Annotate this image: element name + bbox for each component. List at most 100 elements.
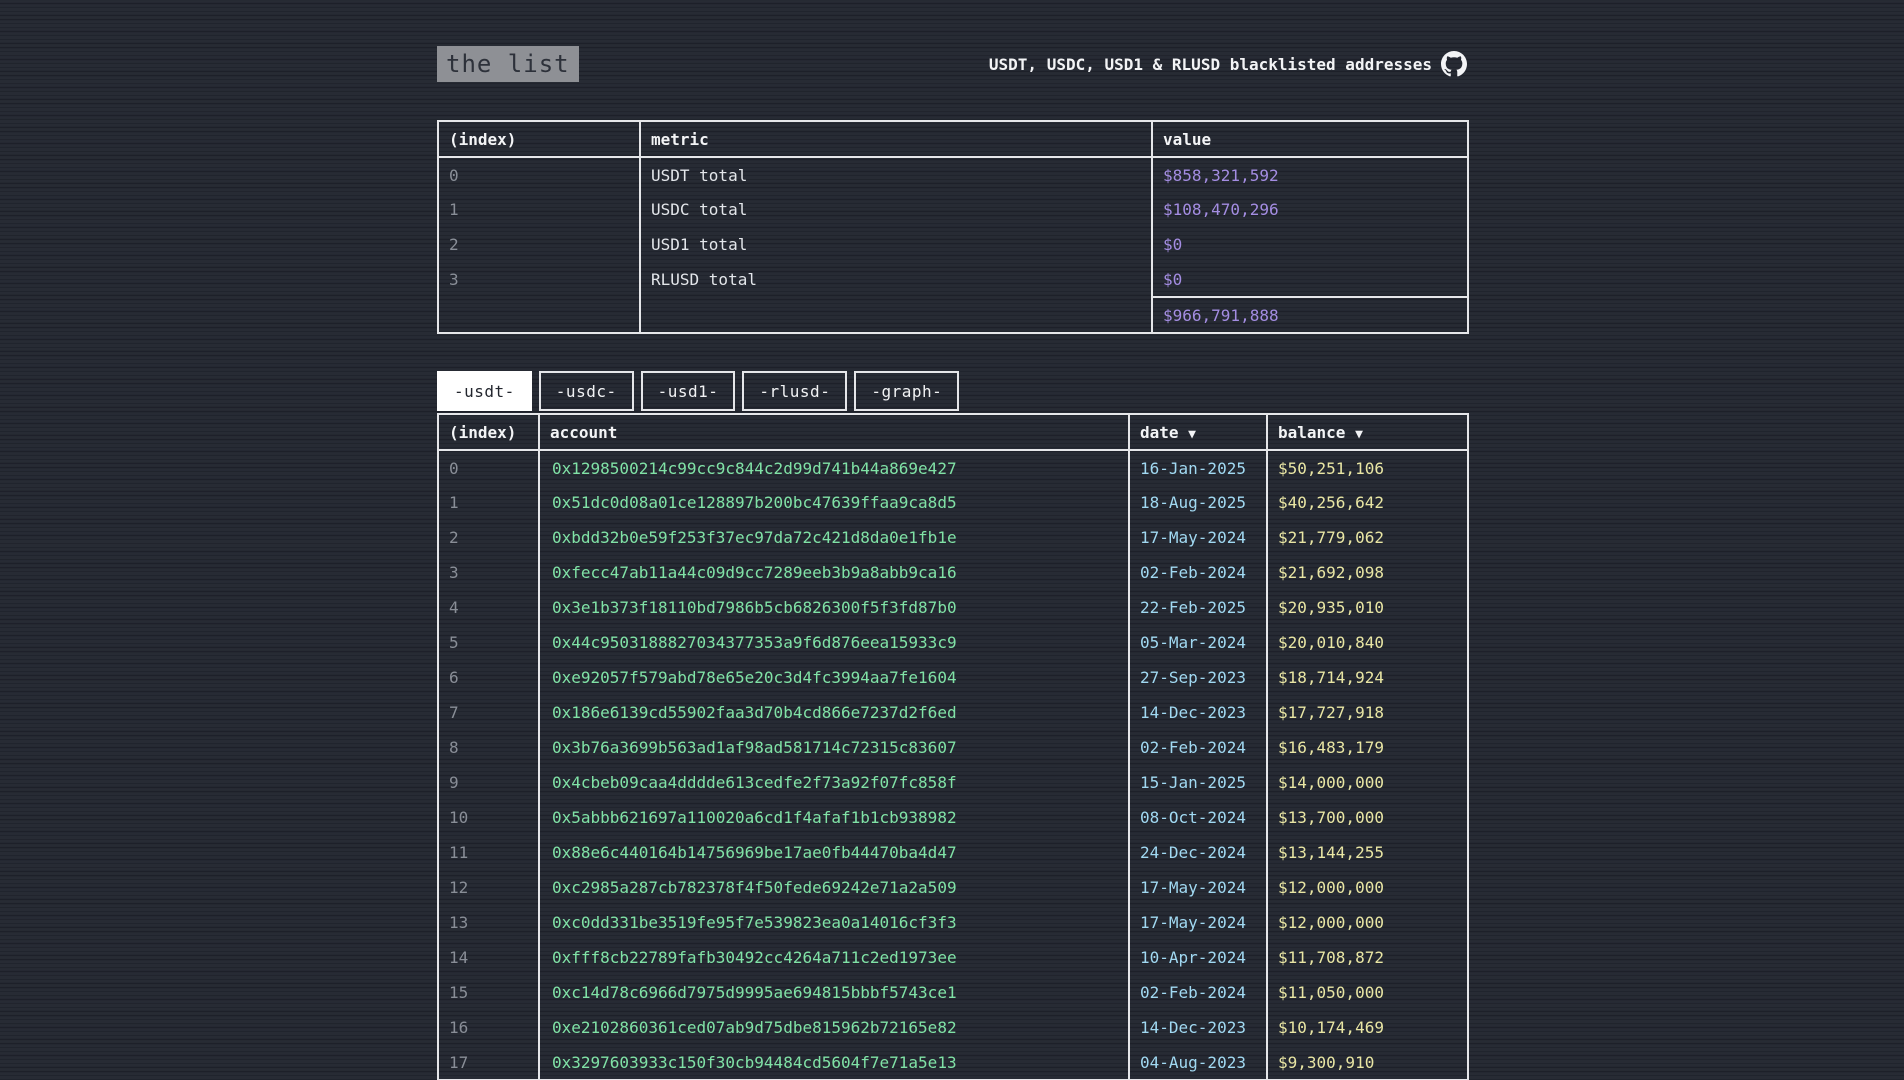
summary-metric-cell: USD1 total bbox=[640, 227, 1152, 262]
table-row: 170x3297603933c150f30cb94484cd5604f7e71a… bbox=[438, 1045, 1468, 1080]
summary-col-index: (index) bbox=[438, 121, 640, 157]
summary-row: 0USDT total$858,321,592 bbox=[438, 157, 1468, 192]
index-cell: 3 bbox=[438, 555, 539, 590]
index-cell: 15 bbox=[438, 975, 539, 1010]
date-cell: 14-Dec-2023 bbox=[1129, 695, 1267, 730]
summary-total-metric-cell bbox=[640, 297, 1152, 333]
date-cell: 16-Jan-2025 bbox=[1129, 450, 1267, 485]
summary-value-cell: $858,321,592 bbox=[1152, 157, 1468, 192]
summary-index-cell: 3 bbox=[438, 262, 640, 297]
date-cell: 15-Jan-2025 bbox=[1129, 765, 1267, 800]
balance-cell: $21,692,098 bbox=[1267, 555, 1468, 590]
table-row: 140xfff8cb22789fafb30492cc4264a711c2ed19… bbox=[438, 940, 1468, 975]
summary-index-cell: 1 bbox=[438, 192, 640, 227]
account-cell: 0x3297603933c150f30cb94484cd5604f7e71a5e… bbox=[539, 1045, 1129, 1080]
index-cell: 9 bbox=[438, 765, 539, 800]
col-header-account[interactable]: account bbox=[539, 414, 1129, 450]
github-icon[interactable] bbox=[1441, 51, 1467, 77]
table-row: 10x51dc0d08a01ce128897b200bc47639ffaa9ca… bbox=[438, 485, 1468, 520]
table-row: 00x1298500214c99cc9c844c2d99d741b44a869e… bbox=[438, 450, 1468, 485]
date-cell: 17-May-2024 bbox=[1129, 905, 1267, 940]
index-cell: 7 bbox=[438, 695, 539, 730]
tab-usdc[interactable]: -usdc- bbox=[539, 371, 634, 411]
table-row: 160xe2102860361ced07ab9d75dbe815962b7216… bbox=[438, 1010, 1468, 1045]
balance-cell: $13,700,000 bbox=[1267, 800, 1468, 835]
summary-col-metric: metric bbox=[640, 121, 1152, 157]
summary-table: (index) metric value 0USDT total$858,321… bbox=[437, 120, 1469, 334]
account-cell: 0xc14d78c6966d7975d9995ae694815bbbf5743c… bbox=[539, 975, 1129, 1010]
summary-value-cell: $0 bbox=[1152, 227, 1468, 262]
balance-cell: $16,483,179 bbox=[1267, 730, 1468, 765]
page-subtitle: USDT, USDC, USD1 & RLUSD blacklisted add… bbox=[989, 55, 1432, 74]
table-row: 110x88e6c440164b14756969be17ae0fb44470ba… bbox=[438, 835, 1468, 870]
summary-total-row: $966,791,888 bbox=[438, 297, 1468, 333]
account-cell: 0xe92057f579abd78e65e20c3d4fc3994aa7fe16… bbox=[539, 660, 1129, 695]
col-header-balance[interactable]: balance ▼ bbox=[1267, 414, 1468, 450]
balance-cell: $20,935,010 bbox=[1267, 590, 1468, 625]
account-cell: 0x1298500214c99cc9c844c2d99d741b44a869e4… bbox=[539, 450, 1129, 485]
summary-total-value: $966,791,888 bbox=[1152, 297, 1468, 333]
account-cell: 0xfecc47ab11a44c09d9cc7289eeb3b9a8abb9ca… bbox=[539, 555, 1129, 590]
table-row: 20xbdd32b0e59f253f37ec97da72c421d8da0e1f… bbox=[438, 520, 1468, 555]
balance-cell: $12,000,000 bbox=[1267, 870, 1468, 905]
account-cell: 0xfff8cb22789fafb30492cc4264a711c2ed1973… bbox=[539, 940, 1129, 975]
balance-cell: $20,010,840 bbox=[1267, 625, 1468, 660]
date-cell: 08-Oct-2024 bbox=[1129, 800, 1267, 835]
summary-index-cell: 0 bbox=[438, 157, 640, 192]
header: the list USDT, USDC, USD1 & RLUSD blackl… bbox=[437, 44, 1467, 84]
blacklist-table-body: 00x1298500214c99cc9c844c2d99d741b44a869e… bbox=[438, 450, 1468, 1080]
page-content: the list USDT, USDC, USD1 & RLUSD blackl… bbox=[437, 0, 1467, 1080]
index-cell: 17 bbox=[438, 1045, 539, 1080]
account-cell: 0xc2985a287cb782378f4f50fede69242e71a2a5… bbox=[539, 870, 1129, 905]
tab-rlusd[interactable]: -rlusd- bbox=[742, 371, 847, 411]
date-cell: 02-Feb-2024 bbox=[1129, 975, 1267, 1010]
index-cell: 14 bbox=[438, 940, 539, 975]
index-cell: 2 bbox=[438, 520, 539, 555]
account-cell: 0x4cbeb09caa4dddde613cedfe2f73a92f07fc85… bbox=[539, 765, 1129, 800]
tab-usd1[interactable]: -usd1- bbox=[641, 371, 736, 411]
index-cell: 0 bbox=[438, 450, 539, 485]
summary-row: 3RLUSD total$0 bbox=[438, 262, 1468, 297]
index-cell: 12 bbox=[438, 870, 539, 905]
table-row: 60xe92057f579abd78e65e20c3d4fc3994aa7fe1… bbox=[438, 660, 1468, 695]
date-cell: 18-Aug-2025 bbox=[1129, 485, 1267, 520]
table-row: 70x186e6139cd55902faa3d70b4cd866e7237d2f… bbox=[438, 695, 1468, 730]
account-cell: 0x44c9503188827034377353a9f6d876eea15933… bbox=[539, 625, 1129, 660]
summary-total-index-cell bbox=[438, 297, 640, 333]
col-header-index[interactable]: (index) bbox=[438, 414, 539, 450]
table-row: 130xc0dd331be3519fe95f7e539823ea0a14016c… bbox=[438, 905, 1468, 940]
date-cell: 05-Mar-2024 bbox=[1129, 625, 1267, 660]
date-cell: 02-Feb-2024 bbox=[1129, 555, 1267, 590]
table-row: 40x3e1b373f18110bd7986b5cb6826300f5f3fd8… bbox=[438, 590, 1468, 625]
index-cell: 13 bbox=[438, 905, 539, 940]
blacklist-header-row: (index) account date ▼ balance ▼ bbox=[438, 414, 1468, 450]
account-cell: 0xbdd32b0e59f253f37ec97da72c421d8da0e1fb… bbox=[539, 520, 1129, 555]
balance-cell: $10,174,469 bbox=[1267, 1010, 1468, 1045]
date-cell: 14-Dec-2023 bbox=[1129, 1010, 1267, 1045]
tab-graph[interactable]: -graph- bbox=[854, 371, 959, 411]
date-cell: 22-Feb-2025 bbox=[1129, 590, 1267, 625]
col-header-date[interactable]: date ▼ bbox=[1129, 414, 1267, 450]
index-cell: 10 bbox=[438, 800, 539, 835]
summary-index-cell: 2 bbox=[438, 227, 640, 262]
balance-cell: $18,714,924 bbox=[1267, 660, 1468, 695]
table-row: 50x44c9503188827034377353a9f6d876eea1593… bbox=[438, 625, 1468, 660]
tab-usdt[interactable]: -usdt- bbox=[437, 371, 532, 411]
table-row: 30xfecc47ab11a44c09d9cc7289eeb3b9a8abb9c… bbox=[438, 555, 1468, 590]
summary-metric-cell: RLUSD total bbox=[640, 262, 1152, 297]
index-cell: 4 bbox=[438, 590, 539, 625]
table-row: 80x3b76a3699b563ad1af98ad581714c72315c83… bbox=[438, 730, 1468, 765]
table-row: 120xc2985a287cb782378f4f50fede69242e71a2… bbox=[438, 870, 1468, 905]
date-cell: 10-Apr-2024 bbox=[1129, 940, 1267, 975]
balance-cell: $21,779,062 bbox=[1267, 520, 1468, 555]
balance-cell: $14,000,000 bbox=[1267, 765, 1468, 800]
tab-bar: -usdt--usdc--usd1--rlusd--graph- bbox=[437, 371, 1467, 411]
table-row: 100x5abbb621697a110020a6cd1f4afaf1b1cb93… bbox=[438, 800, 1468, 835]
balance-cell: $50,251,106 bbox=[1267, 450, 1468, 485]
balance-cell: $40,256,642 bbox=[1267, 485, 1468, 520]
account-cell: 0x3e1b373f18110bd7986b5cb6826300f5f3fd87… bbox=[539, 590, 1129, 625]
summary-value-cell: $0 bbox=[1152, 262, 1468, 297]
balance-cell: $13,144,255 bbox=[1267, 835, 1468, 870]
summary-metric-cell: USDT total bbox=[640, 157, 1152, 192]
date-cell: 02-Feb-2024 bbox=[1129, 730, 1267, 765]
